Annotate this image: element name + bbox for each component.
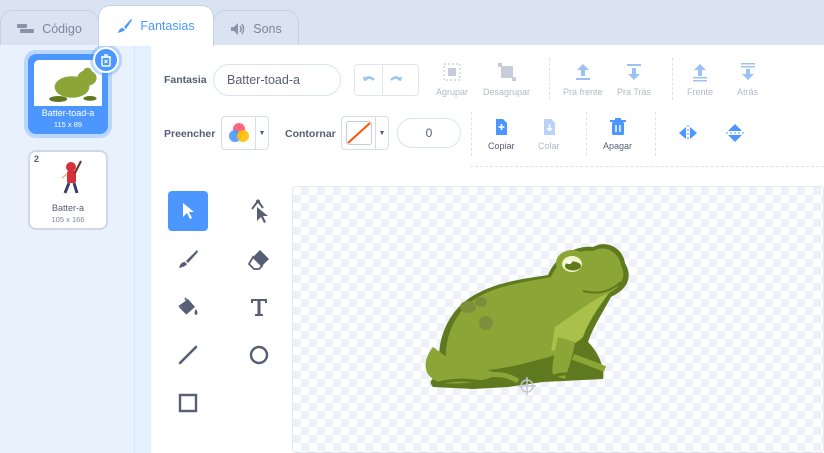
tab-bar: Código Fantasias Sons [0,0,824,46]
backward-button[interactable]: Pra Trás [617,62,651,97]
backward-icon [627,64,641,80]
fill-swatch [226,121,252,145]
tab-costumes-label: Fantasias [140,19,195,33]
front-button[interactable]: Frente [687,62,713,97]
back-button[interactable]: Atrás [737,62,758,97]
costume-name-label: Fantasia [164,74,207,86]
tab-code[interactable]: Código [0,10,99,46]
speaker-icon [230,22,246,36]
costume-name: Batter-a [51,203,84,213]
circle-tool[interactable] [239,335,279,375]
tab-sounds[interactable]: Sons [213,10,299,46]
delete-costume-button[interactable] [93,47,119,73]
costume-item-2[interactable]: 2 Batter-a 105 x 166 [28,150,108,230]
divider [470,166,824,167]
brush-icon [117,18,133,34]
ungroup-icon [497,63,516,81]
front-icon [693,64,707,82]
undo-icon [362,76,375,81]
reshape-tool[interactable] [239,191,279,231]
code-icon [17,23,35,35]
copy-icon [496,119,508,135]
group-button[interactable]: Agrupar [436,62,468,97]
drawing-canvas[interactable] [292,186,824,453]
divider [655,112,656,156]
eraser-tool[interactable] [239,239,279,279]
redo-icon [390,76,402,81]
chevron-down-icon: ▼ [255,117,268,149]
trash-icon [609,118,626,135]
copy-button[interactable]: Copiar [488,117,515,151]
costume-thumbnail [34,60,102,106]
fill-color-picker[interactable]: ▼ [221,116,269,150]
divider [549,58,550,100]
divider [586,112,587,156]
tab-sounds-label: Sons [253,21,282,36]
trash-icon [101,53,111,67]
back-icon [740,63,755,80]
flip-horizontal-button[interactable] [677,124,699,142]
outline-label: Contornar [285,128,336,140]
line-icon [178,345,198,365]
reshape-icon [251,199,268,223]
ungroup-button[interactable]: Desagrupar [483,62,530,97]
undo-redo-group [354,64,419,96]
flip-vertical-icon [726,124,744,142]
fill-label: Preencher [164,128,216,140]
forward-icon [575,64,590,80]
costume-item-1[interactable]: 1 Batter-toad-a 115 x 89 [28,47,119,134]
divider [471,112,472,156]
eraser-icon [247,250,269,270]
outline-color-picker[interactable]: ▼ [341,116,389,150]
no-outline-swatch [346,121,372,145]
tab-code-label: Código [42,21,82,36]
forward-button[interactable]: Pra frente [563,62,603,97]
toad-drawing [425,244,629,395]
text-icon [251,299,267,316]
text-tool[interactable] [239,287,279,327]
costume-list: 1 Batter-toad-a 115 x 89 2 [0,45,135,453]
chevron-down-icon: ▼ [375,117,388,149]
line-tool[interactable] [168,335,208,375]
paste-button[interactable]: Colar [538,117,560,151]
costume-size: 115 x 89 [53,120,83,129]
select-tool[interactable] [168,191,208,231]
paste-icon [543,119,555,135]
arrow-cursor-icon [183,203,194,219]
outline-width-input[interactable]: 0 [397,118,461,148]
divider [672,58,673,100]
costume-name: Batter-toad-a [41,108,95,118]
tab-costumes[interactable]: Fantasias [98,5,214,46]
circle-icon [249,345,269,365]
brush-icon [179,250,198,268]
flip-vertical-button[interactable] [725,122,745,144]
rectangle-tool[interactable] [168,383,208,423]
brush-tool[interactable] [168,239,208,279]
paint-bucket-icon [179,297,198,315]
redo-button[interactable] [382,65,409,95]
costume-size: 105 x 166 [51,215,85,224]
flip-horizontal-icon [679,125,697,141]
delete-button[interactable]: Apagar [603,117,632,151]
costume-thumbnail [33,155,103,201]
group-icon [443,63,461,81]
fill-tool[interactable] [168,287,208,327]
costume-name-input[interactable]: Batter-toad-a [213,64,341,96]
rectangle-icon [178,393,198,413]
undo-button[interactable] [355,65,382,95]
